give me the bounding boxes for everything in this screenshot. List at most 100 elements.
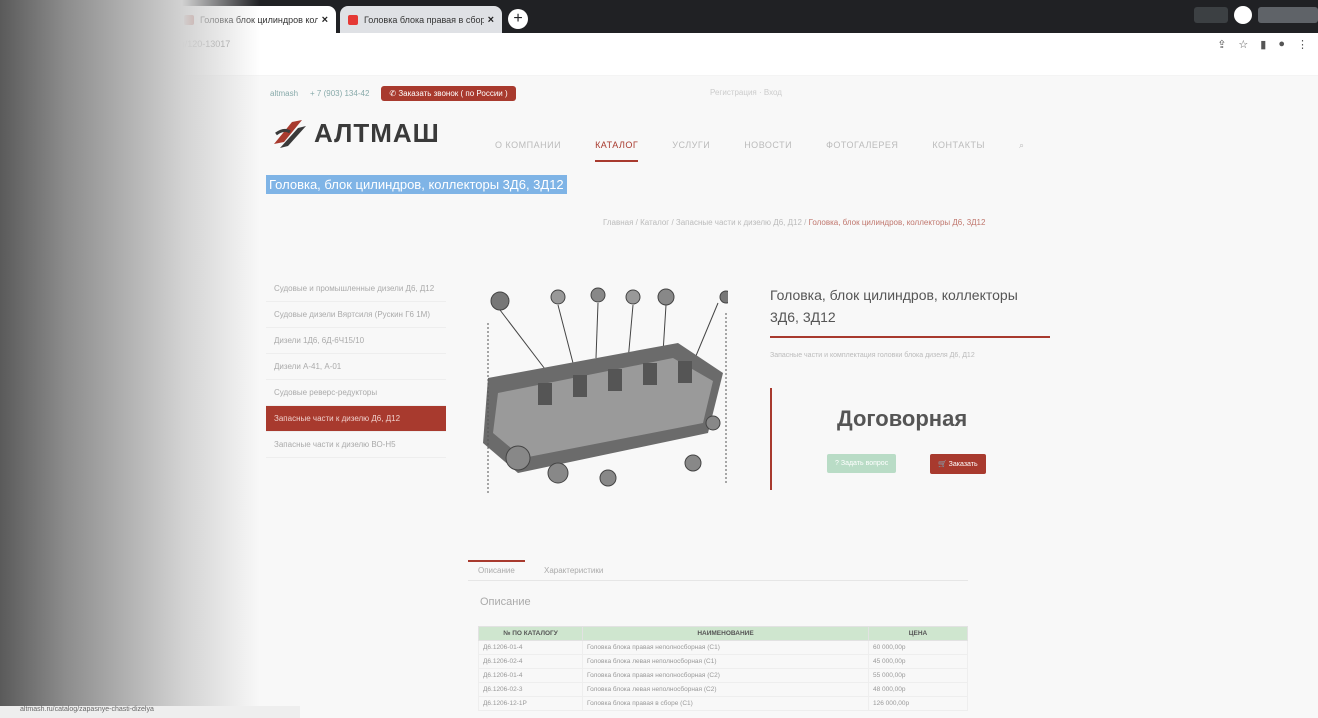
- page-title: Головка, блок цилиндров, коллекторы 3Д6,…: [266, 175, 567, 194]
- extension-button[interactable]: [1194, 7, 1228, 23]
- ask-question-button[interactable]: ? Задать вопрос: [827, 454, 897, 473]
- close-tab-icon[interactable]: ×: [488, 14, 494, 26]
- breadcrumb-home[interactable]: Главная: [603, 218, 633, 227]
- description-heading: Описание: [480, 596, 531, 608]
- cell-price: 55 000,00р: [868, 668, 968, 683]
- browser-tab-2[interactable]: Головка блок цилиндров кол ×: [176, 6, 336, 33]
- table-row: Д6.1206-01-4 Головка блока правая неполн…: [478, 668, 968, 683]
- product-subtitle: Запасные части и комплектация головки бл…: [770, 352, 975, 359]
- sidebar-item[interactable]: Дизели 1Д6, 6Д-6Ч15/10: [266, 328, 446, 354]
- phone-number: + 7 (903) 134-42: [310, 89, 370, 98]
- cell-price: 126 000,00р: [868, 696, 968, 711]
- sidebar-item[interactable]: Дизели А-41, А-01: [266, 354, 446, 380]
- sidepanel-icon[interactable]: ▮: [1260, 38, 1266, 51]
- sidebar-item-active[interactable]: Запасные части к дизелю Д6, Д12: [266, 406, 446, 432]
- product-title: Головка, блок цилиндров, коллекторы 3Д6,…: [770, 284, 1050, 338]
- site-logo[interactable]: АЛТМАШ: [272, 116, 440, 150]
- column-header: НАИМЕНОВАНИЕ: [582, 626, 869, 641]
- call-request-label: Заказать звонок ( по России ): [398, 89, 508, 98]
- url-path: /catalog/120-13017: [153, 38, 231, 49]
- share-icon[interactable]: ⇪: [1217, 38, 1226, 51]
- status-bar-url: altmash.ru/catalog/zapasnye-chasti-dizel…: [0, 706, 300, 718]
- nav-about[interactable]: О КОМПАНИИ: [495, 140, 561, 162]
- sidebar-item[interactable]: Судовые и промышленные дизели Д6, Д12: [266, 276, 446, 302]
- parts-table: № ПО КАТАЛОГУ НАИМЕНОВАНИЕ ЦЕНА Д6.1206-…: [478, 626, 968, 711]
- nav-services[interactable]: УСЛУГИ: [672, 140, 710, 162]
- tab-description[interactable]: Описание: [468, 560, 525, 575]
- column-header: ЦЕНА: [868, 626, 968, 641]
- nav-gallery[interactable]: ФОТОГАЛЕРЕЯ: [826, 140, 898, 162]
- toolbar-icons: ⇪ ☆ ▮ ● ⋮: [1217, 38, 1308, 51]
- tab-title: Головка блок цилиндров кол: [200, 14, 318, 25]
- product-tabs: Описание Характеристики: [468, 560, 968, 581]
- star-icon[interactable]: ☆: [1238, 38, 1248, 51]
- nav-news[interactable]: НОВОСТИ: [744, 140, 792, 162]
- tab-title: Головка блока правая в сборе: [46, 14, 156, 25]
- new-tab-icon[interactable]: +: [508, 9, 528, 29]
- reload-icon[interactable]: ↻: [58, 38, 67, 51]
- bookmark-maps[interactable]: Карты: [134, 62, 157, 71]
- tab-favicon: [30, 14, 40, 25]
- cell-catalog-number: Д6.1206-02-4: [478, 654, 583, 669]
- cell-price: 45 000,00р: [868, 654, 968, 669]
- sidebar-item[interactable]: Судовые реверс-редукторы: [266, 380, 446, 406]
- nav-catalog[interactable]: КАТАЛОГ: [595, 140, 639, 162]
- order-button[interactable]: 🛒 Заказать: [930, 454, 986, 474]
- cell-catalog-number: Д6.1206-01-4: [478, 640, 583, 655]
- table-row: Д6.1206-02-3 Головка блока левая неполно…: [478, 682, 968, 697]
- tab-title: Головка блока правая в сборе: [364, 14, 484, 25]
- breadcrumb-current: Головка, блок цилиндров, коллекторы Д6, …: [808, 218, 986, 227]
- product-image[interactable]: [478, 283, 733, 508]
- maps-icon: ◆: [122, 62, 129, 71]
- nav-contacts[interactable]: КОНТАКТЫ: [932, 140, 985, 162]
- breadcrumb-catalog[interactable]: Каталог: [640, 218, 669, 227]
- logo-text: АЛТМАШ: [314, 117, 440, 148]
- call-request-button[interactable]: ✆ Заказать звонок ( по России ): [381, 86, 516, 101]
- site-topbar: altmash + 7 (903) 134-42 ✆ Заказать звон…: [270, 86, 516, 101]
- tab-favicon: [348, 14, 358, 25]
- close-tab-icon[interactable]: ×: [322, 14, 328, 26]
- website: altmash + 7 (903) 134-42 ✆ Заказать звон…: [0, 76, 1318, 718]
- cell-name: Головка блока правая неполносборная (С2): [582, 668, 869, 683]
- price-box: Договорная ? Задать вопрос 🛒 Заказать: [770, 388, 1062, 490]
- search-icon[interactable]: ⌕: [1019, 140, 1025, 162]
- close-tab-icon[interactable]: ×: [160, 14, 166, 26]
- cell-name: Головка блока правая неполносборная (С1): [582, 640, 869, 655]
- price-value: Договорная: [837, 406, 968, 431]
- phone-icon: ✆: [389, 89, 399, 98]
- profile-icon[interactable]: [1234, 6, 1252, 24]
- window-controls: [1194, 6, 1318, 24]
- logo-icon: [272, 116, 308, 150]
- cell-catalog-number: Д6.1206-01-4: [478, 668, 583, 683]
- table-header-row: № ПО КАТАЛОГУ НАИМЕНОВАНИЕ ЦЕНА: [478, 626, 968, 641]
- lock-icon: 🔒: [88, 38, 100, 48]
- back-icon[interactable]: ←: [38, 38, 49, 50]
- breadcrumb-section[interactable]: Запасные части к дизелю Д6, Д12: [676, 218, 802, 227]
- auth-links[interactable]: Регистрация · Вход: [710, 88, 782, 97]
- sidebar-item[interactable]: Запасные части к дизелю ВО-Н5: [266, 432, 446, 458]
- browser-tab-3[interactable]: Головка блока правая в сборе ×: [340, 6, 502, 33]
- catalog-sidebar: Судовые и промышленные дизели Д6, Д12 Су…: [266, 276, 446, 458]
- account-icon[interactable]: ●: [1278, 38, 1285, 51]
- cell-price: 48 000,00р: [868, 682, 968, 697]
- cart-icon: 🛒: [938, 461, 949, 468]
- cell-price: 60 000,00р: [868, 640, 968, 655]
- order-label: Заказать: [948, 461, 978, 468]
- email-link[interactable]: altmash: [270, 89, 298, 98]
- table-row: Д6.1206-02-4 Головка блока левая неполно…: [478, 654, 968, 669]
- cell-name: Головка блока левая неполносборная (С2): [582, 682, 869, 697]
- sidebar-item[interactable]: Судовые дизели Вяртсиля (Рускин Г6 1М): [266, 302, 446, 328]
- tab-favicon: [184, 14, 194, 25]
- tab-characteristics[interactable]: Характеристики: [544, 566, 603, 575]
- menu-icon[interactable]: ⋮: [1297, 38, 1308, 51]
- address-bar[interactable]: 🔒 altmash.ru /catalog/120-13017: [88, 38, 230, 49]
- cell-catalog-number: Д6.1206-12-1Р: [478, 696, 583, 711]
- url-host: altmash.ru: [105, 38, 148, 49]
- bookmark-youtube[interactable]: YouTube: [74, 62, 105, 71]
- browser-tab-bar: Головка блока правая в сборе × Головка б…: [0, 0, 1318, 33]
- window-buttons[interactable]: [1258, 7, 1318, 23]
- cell-name: Головка блока левая неполносборная (С1): [582, 654, 869, 669]
- cell-name: Головка блока правая в сборе (С1): [582, 696, 869, 711]
- browser-tab-1[interactable]: Головка блока правая в сборе ×: [22, 6, 174, 33]
- breadcrumb: Главная / Каталог / Запасные части к диз…: [603, 218, 986, 227]
